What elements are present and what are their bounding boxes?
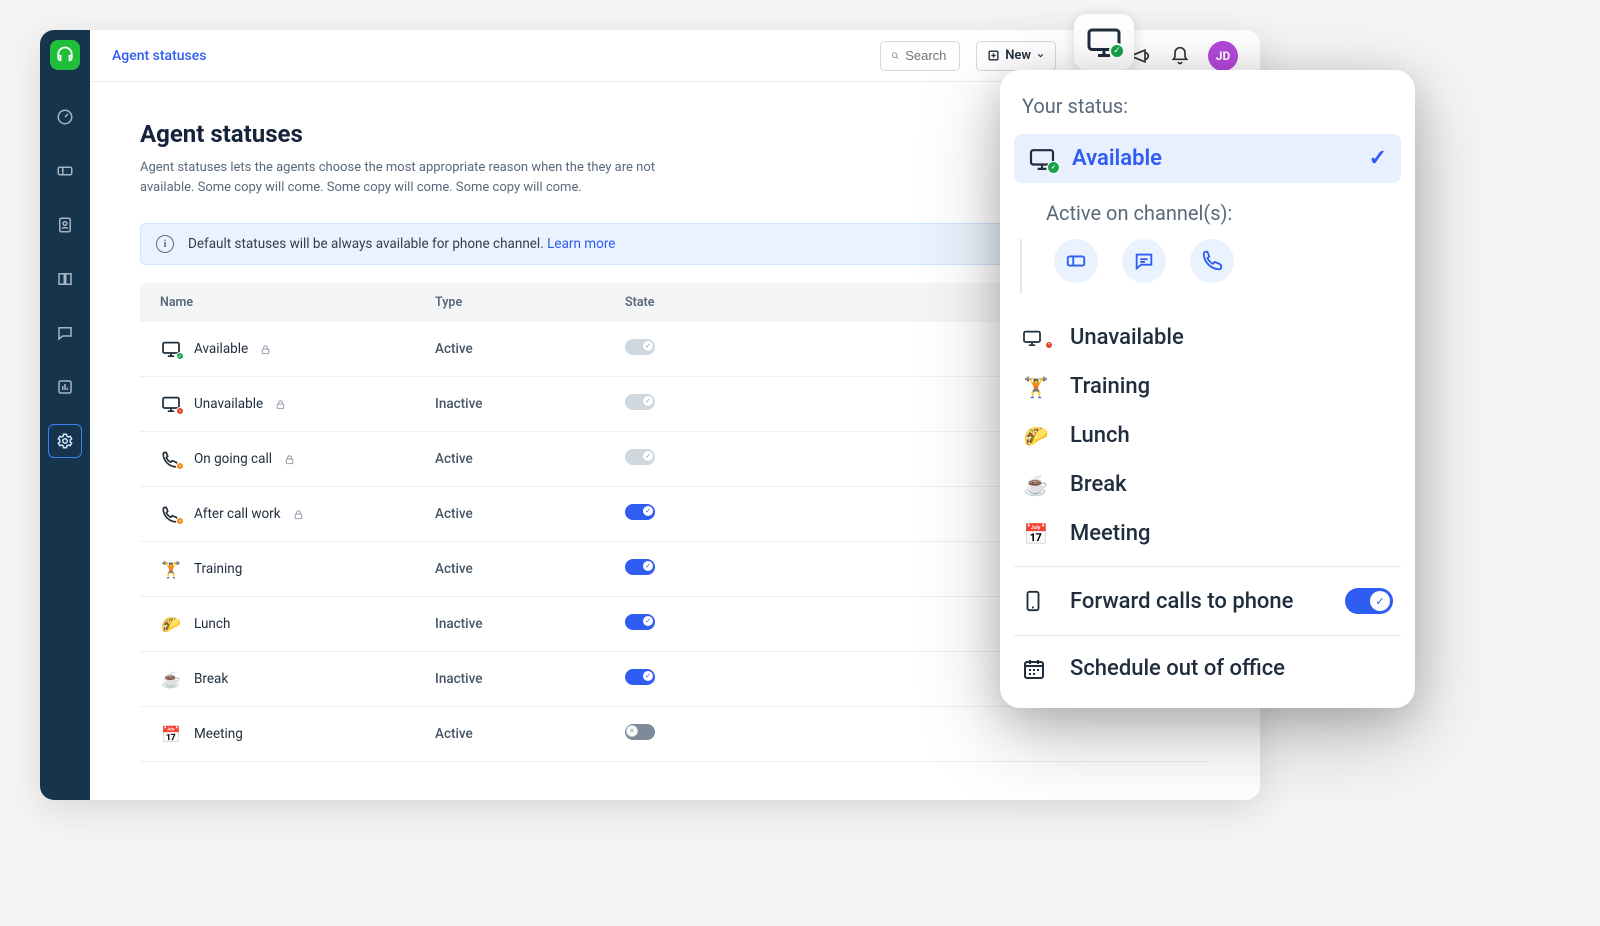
status-option-icon: • [1022, 330, 1050, 346]
status-name: After call work [194, 506, 281, 522]
search-input[interactable] [880, 41, 960, 71]
brand-logo [50, 40, 80, 70]
status-icon: 🌮 [160, 613, 182, 635]
status-name: Available [194, 341, 248, 357]
status-name: Meeting [194, 726, 243, 742]
channel-chips [1020, 239, 1401, 293]
schedule-ooo-row[interactable]: Schedule out of office [1014, 644, 1401, 693]
status-icon: • [160, 503, 182, 525]
status-option-icon: 📅 [1022, 522, 1050, 546]
notifications-icon[interactable] [1168, 44, 1192, 68]
phone-device-icon [1022, 587, 1050, 615]
status-icon: 🏋️ [160, 558, 182, 580]
channel-ticket-icon[interactable] [1054, 239, 1098, 283]
forward-calls-label: Forward calls to phone [1070, 589, 1293, 614]
lock-icon [284, 454, 295, 465]
monitor-available-icon: ✓ [1028, 148, 1056, 170]
schedule-ooo-label: Schedule out of office [1070, 656, 1285, 681]
state-toggle[interactable]: ✓ [625, 339, 655, 355]
status-option-icon: ☕ [1022, 473, 1050, 497]
status-name: Break [194, 671, 228, 687]
status-type: Inactive [435, 671, 625, 687]
nav-dashboard-icon[interactable] [48, 100, 82, 134]
nav-tickets-icon[interactable] [48, 154, 82, 188]
status-type: Active [435, 341, 625, 357]
nav-contacts-icon[interactable] [48, 208, 82, 242]
lock-icon [293, 509, 304, 520]
calendar-icon [1022, 657, 1050, 681]
status-option-icon: 🏋️ [1022, 375, 1050, 399]
status-option-label: Training [1070, 374, 1150, 399]
state-toggle[interactable]: ✓ [625, 669, 655, 685]
status-name: Lunch [194, 616, 230, 632]
breadcrumb[interactable]: Agent statuses [112, 48, 206, 64]
status-type: Active [435, 726, 625, 742]
status-name: On going call [194, 451, 272, 467]
status-option-label: Break [1070, 472, 1127, 497]
page-description: Agent statuses lets the agents choose th… [140, 158, 700, 197]
nav-reports-icon[interactable] [48, 370, 82, 404]
state-toggle[interactable]: ✓ [625, 449, 655, 465]
channels-label: Active on channel(s): [1014, 201, 1401, 225]
current-status-label: Available [1072, 146, 1162, 171]
status-icon: • [160, 448, 182, 470]
nav-settings-icon[interactable] [48, 424, 82, 458]
status-option[interactable]: ☕ Break [1014, 460, 1401, 509]
status-indicator-button[interactable]: ✓ [1074, 14, 1134, 70]
status-name: Unavailable [194, 396, 263, 412]
check-icon: ✓ [1369, 146, 1387, 171]
search-field[interactable] [905, 48, 949, 63]
status-option[interactable]: 🏋️ Training [1014, 362, 1401, 411]
status-type: Active [435, 451, 625, 467]
status-option-label: Unavailable [1070, 325, 1184, 350]
status-type: Active [435, 506, 625, 522]
lock-icon [260, 344, 271, 355]
status-icon: • [160, 393, 182, 415]
channel-chat-icon[interactable] [1122, 239, 1166, 283]
state-toggle[interactable]: ✓ [625, 504, 655, 520]
page-title: Agent statuses [140, 120, 700, 148]
status-available-dot: ✓ [1109, 43, 1125, 59]
new-button[interactable]: New [976, 41, 1056, 71]
status-option[interactable]: • Unavailable [1014, 313, 1401, 362]
state-toggle[interactable]: ✕ [625, 724, 655, 740]
table-row[interactable]: 📅 Meeting Active ✕ [140, 707, 1210, 762]
col-type: Type [435, 295, 625, 310]
channel-phone-icon[interactable] [1190, 239, 1234, 283]
status-icon: ☕ [160, 668, 182, 690]
forward-calls-toggle[interactable]: ✓ [1345, 588, 1393, 614]
nav-knowledge-icon[interactable] [48, 262, 82, 296]
learn-more-link[interactable]: Learn more [547, 236, 615, 252]
popup-title: Your status: [1014, 94, 1401, 118]
status-option-icon: 🌮 [1022, 424, 1050, 448]
status-option-label: Meeting [1070, 521, 1150, 546]
forward-calls-row[interactable]: Forward calls to phone ✓ [1014, 575, 1401, 627]
info-banner-text: Default statuses will be always availabl… [188, 236, 615, 252]
status-option-label: Lunch [1070, 423, 1130, 448]
info-icon: i [156, 235, 174, 253]
new-button-label: New [1005, 48, 1031, 63]
state-toggle[interactable]: ✓ [625, 559, 655, 575]
sidebar [40, 30, 90, 800]
status-type: Inactive [435, 616, 625, 632]
status-icon: ✓ [160, 338, 182, 360]
state-toggle[interactable]: ✓ [625, 394, 655, 410]
status-type: Active [435, 561, 625, 577]
state-toggle[interactable]: ✓ [625, 614, 655, 630]
col-name: Name [160, 295, 435, 310]
status-name: Training [194, 561, 242, 577]
status-type: Inactive [435, 396, 625, 412]
status-option[interactable]: 📅 Meeting [1014, 509, 1401, 558]
current-status-row[interactable]: ✓ Available ✓ [1014, 134, 1401, 183]
nav-chat-icon[interactable] [48, 316, 82, 350]
lock-icon [275, 399, 286, 410]
status-option[interactable]: 🌮 Lunch [1014, 411, 1401, 460]
status-icon: 📅 [160, 723, 182, 745]
avatar[interactable]: JD [1208, 41, 1238, 71]
status-popup: Your status: ✓ Available ✓ Active on cha… [1000, 70, 1415, 708]
